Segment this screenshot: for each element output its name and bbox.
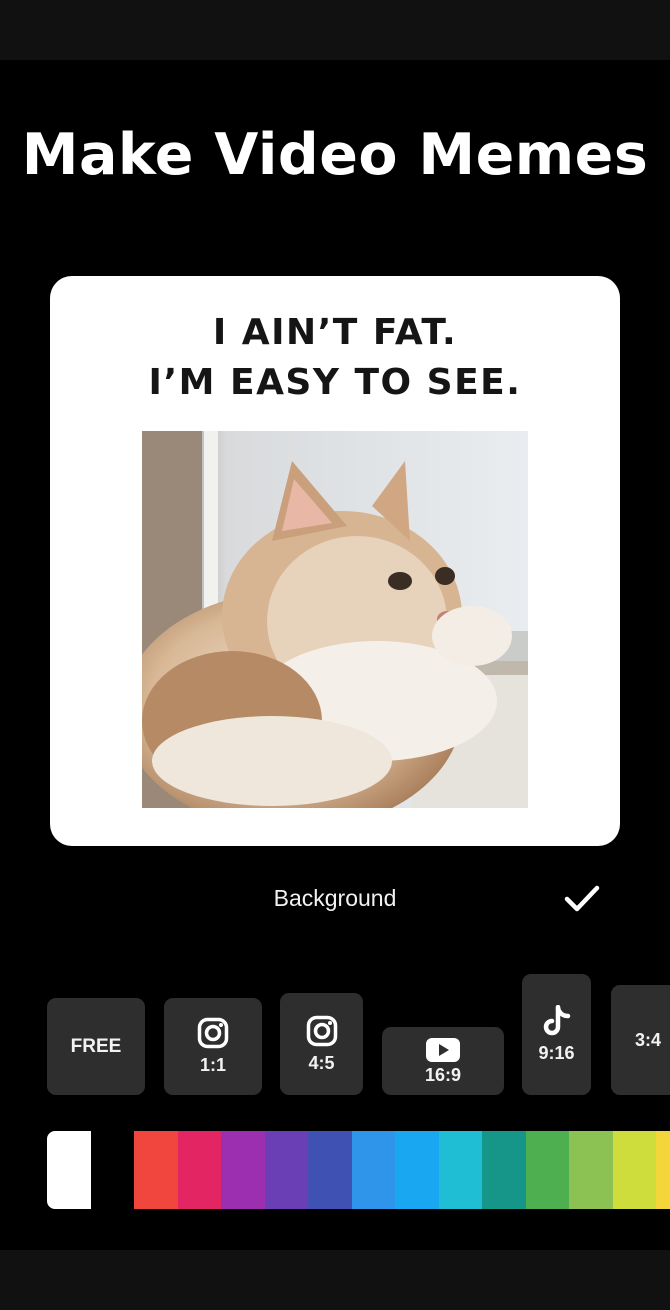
meme-cat-image [142,431,528,808]
ratio-3-4-label: 3:4 [635,1029,662,1050]
instagram-icon [197,1017,229,1049]
checkmark-icon [564,885,600,912]
color-swatch-purple[interactable] [221,1131,265,1209]
color-swatch-cyan[interactable] [439,1131,482,1209]
tiktok-icon [543,1005,570,1036]
color-swatch-light-green[interactable] [569,1131,613,1209]
color-swatch-blue[interactable] [352,1131,395,1209]
youtube-icon [426,1037,460,1062]
ratio-1-1-button[interactable]: 1:1 [164,998,262,1095]
color-swatch-pink[interactable] [178,1131,221,1209]
headline: Make Video Memes [21,122,649,188]
color-swatch-green[interactable] [526,1131,569,1209]
color-swatch-lime[interactable] [613,1131,656,1209]
instagram-icon [306,1015,337,1046]
status-bar [0,0,670,60]
confirm-check-button[interactable] [562,880,602,916]
color-swatch-teal[interactable] [482,1131,526,1209]
color-swatch-black[interactable] [91,1131,134,1209]
ratio-4-5-label: 4:5 [308,1052,335,1073]
ratio-free-button[interactable]: FREE [47,998,145,1095]
ratio-free-label: FREE [70,1035,122,1057]
color-palette [0,1131,670,1209]
navigation-bar [0,1250,670,1310]
meme-preview-card[interactable]: I AIN’T FAT. I’M EASY TO SEE. [50,276,620,846]
ratio-9-16-button[interactable]: 9:16 [522,974,591,1095]
ratio-1-1-label: 1:1 [199,1055,226,1075]
color-swatch-indigo[interactable] [308,1131,352,1209]
meme-caption-line-2: I’M EASY TO SEE. [148,362,522,403]
color-swatch-white[interactable] [47,1131,91,1209]
meme-caption-line-1: I AIN’T FAT. [212,312,458,353]
ratio-9-16-label: 9:16 [538,1043,575,1063]
color-swatch-yellow[interactable] [656,1131,670,1209]
color-swatch-red[interactable] [134,1131,178,1209]
ratio-4-5-button[interactable]: 4:5 [280,993,363,1095]
ratio-16-9-label: 16:9 [424,1064,462,1085]
ratio-16-9-button[interactable]: 16:9 [382,1027,504,1095]
ratio-3-4-button[interactable]: 3:4 [611,985,670,1095]
color-swatch-deep-purple[interactable] [265,1131,308,1209]
color-swatch-light-blue[interactable] [395,1131,439,1209]
